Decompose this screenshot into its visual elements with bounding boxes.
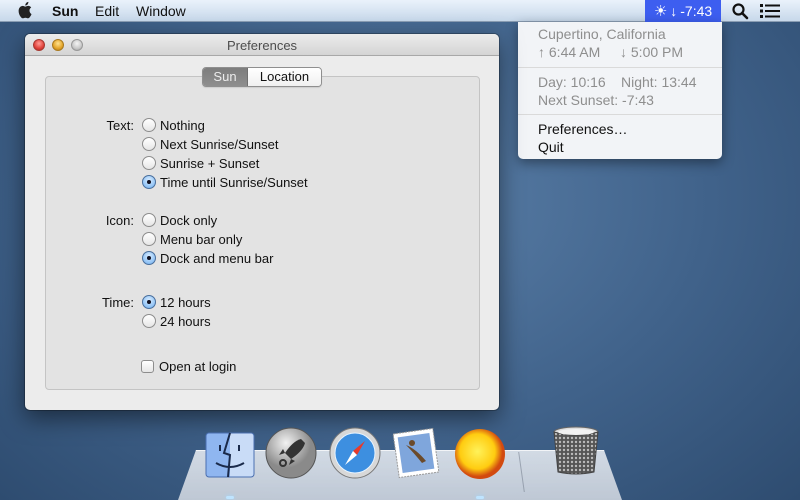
launchpad-rocket-icon[interactable]	[265, 427, 317, 479]
list-icon[interactable]	[759, 3, 781, 19]
radio-text-next-sunrise-sunset[interactable]: Next Sunrise/Sunset	[142, 135, 279, 153]
night-length: Night: 13:44	[621, 74, 697, 90]
checkbox-label: Open at login	[159, 358, 237, 374]
radio-label: Dock only	[160, 212, 218, 228]
apple-logo-icon[interactable]	[18, 1, 34, 19]
radio-label: Nothing	[160, 117, 205, 133]
radio-text-time-until[interactable]: Time until Sunrise/Sunset	[142, 173, 308, 191]
next-sunset: Next Sunset: -7:43	[538, 92, 654, 108]
menu-app-name[interactable]: Sun	[52, 3, 78, 19]
radio-label: 24 hours	[160, 313, 211, 329]
tab-bar: Sun Location	[202, 67, 322, 87]
running-indicator	[226, 496, 234, 499]
time-group-label: Time:	[101, 295, 134, 310]
radio-button[interactable]	[142, 156, 156, 170]
menu-item-preferences[interactable]: Preferences…	[538, 121, 627, 137]
radio-text-sunrise-plus-sunset[interactable]: Sunrise + Sunset	[142, 154, 259, 172]
mail-stamp-icon[interactable]	[392, 427, 444, 479]
radio-label: Dock and menu bar	[160, 250, 274, 266]
sun-icon[interactable]	[454, 428, 506, 480]
running-indicator	[476, 496, 484, 499]
icon-group-label: Icon:	[105, 213, 134, 228]
status-time: -7:43	[680, 3, 713, 19]
radio-button-selected[interactable]	[142, 251, 156, 265]
radio-icon-dock-only[interactable]: Dock only	[142, 211, 217, 229]
menu-bar: Sun Edit Window ☀ ↓ -7:43	[0, 0, 800, 22]
radio-text-nothing[interactable]: Nothing	[142, 116, 205, 134]
safari-compass-icon[interactable]	[329, 427, 381, 479]
radio-time-24-hours[interactable]: 24 hours	[142, 312, 211, 330]
sunrise-time: ↑ 6:44 AM	[538, 44, 601, 60]
menu-separator	[518, 114, 722, 115]
tab-location[interactable]: Location	[248, 68, 321, 86]
radio-button-selected[interactable]	[142, 295, 156, 309]
open-at-login-checkbox[interactable]: Open at login	[141, 357, 236, 375]
sunset-time: ↓ 5:00 PM	[620, 44, 684, 60]
menu-separator	[518, 67, 722, 68]
radio-time-12-hours[interactable]: 12 hours	[142, 293, 211, 311]
location-text: Cupertino, California	[538, 26, 666, 42]
radio-button[interactable]	[142, 314, 156, 328]
radio-label: Sunrise + Sunset	[160, 155, 260, 171]
preferences-window: Preferences Sun Location Text: Nothing N…	[25, 34, 499, 410]
finder-icon[interactable]	[204, 431, 256, 483]
radio-label: Time until Sunrise/Sunset	[160, 174, 308, 190]
sun-status-item[interactable]: ☀ ↓ -7:43	[645, 0, 721, 22]
radio-icon-menu-bar-only[interactable]: Menu bar only	[142, 230, 242, 248]
menu-edit[interactable]: Edit	[95, 3, 119, 19]
window-title: Preferences	[226, 38, 298, 53]
sun-dropdown-menu: Cupertino, California ↑ 6:44 AM ↓ 5:00 P…	[518, 22, 722, 159]
radio-label: 12 hours	[160, 294, 211, 310]
radio-button[interactable]	[142, 137, 156, 151]
radio-label: Menu bar only	[160, 231, 243, 247]
text-group-label: Text:	[106, 118, 134, 133]
radio-label: Next Sunrise/Sunset	[160, 136, 279, 152]
checkbox[interactable]	[141, 359, 154, 373]
status-arrow: ↓	[670, 3, 678, 19]
window-titlebar[interactable]: Preferences	[25, 34, 499, 56]
menu-window[interactable]: Window	[136, 3, 186, 19]
day-length: Day: 10:16	[538, 74, 606, 90]
sun-icon: ☀	[653, 3, 668, 20]
trash-icon[interactable]	[550, 424, 602, 476]
search-icon[interactable]	[731, 2, 749, 20]
radio-button[interactable]	[142, 232, 156, 246]
radio-button[interactable]	[142, 118, 156, 132]
radio-button[interactable]	[142, 213, 156, 227]
tab-sun[interactable]: Sun	[203, 68, 248, 86]
radio-icon-dock-and-menu-bar[interactable]: Dock and menu bar	[142, 249, 273, 267]
menu-item-quit[interactable]: Quit	[538, 139, 564, 155]
radio-button-selected[interactable]	[142, 175, 156, 189]
